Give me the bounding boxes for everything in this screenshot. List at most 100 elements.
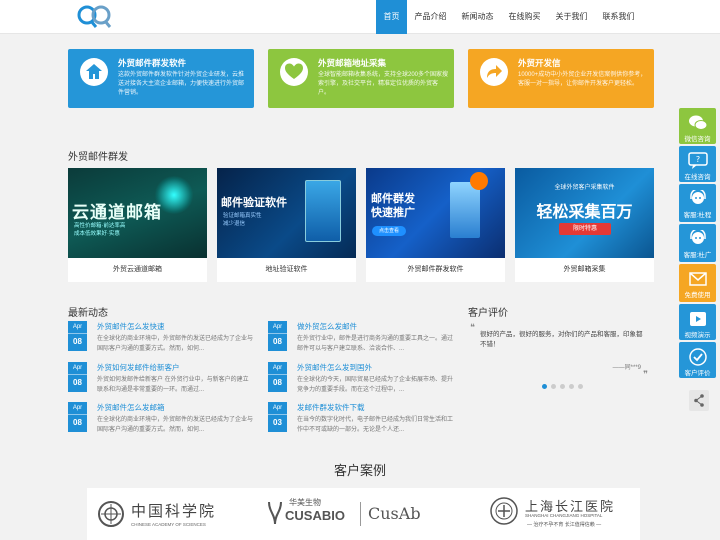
cases-section-title: 客户案例 bbox=[333, 463, 386, 478]
product-card-verify[interactable]: 邮件验证软件 验证邮箱真实性 减少退信 地址验证软件 bbox=[217, 168, 356, 282]
nav-news[interactable]: 新闻动态 bbox=[454, 0, 501, 34]
mail-icon bbox=[688, 272, 707, 286]
news-item[interactable]: Apr 08 外贸邮件怎么发到国外 在全球化的今天，国际贸易已经成为了企业拓展市场… bbox=[268, 362, 453, 396]
news-title[interactable]: 外贸邮件怎么发邮箱 bbox=[97, 402, 165, 413]
chat-icon: ? bbox=[687, 152, 708, 169]
banner-badge: 限时特惠 bbox=[559, 223, 611, 235]
sidebar-service-1[interactable]: 客服:杜程 bbox=[679, 184, 716, 222]
review-text: 很好的产品，很好的服务，对你们的产品和客服，印象都不错！ bbox=[480, 331, 643, 348]
cusabio-mark-icon bbox=[268, 501, 282, 525]
news-section-title: 最新动态 bbox=[68, 308, 108, 319]
pager-dot[interactable] bbox=[551, 384, 556, 389]
banner-sub: 点击查看 bbox=[372, 226, 406, 236]
news-title[interactable]: 外贸邮件怎么发到国外 bbox=[297, 362, 372, 373]
feature-desc: 这款外贸邮件群发软件针对外贸企业研发，云推送对接各大主流企业邮箱，力便快速进行外… bbox=[118, 72, 245, 96]
sidebar-service-2[interactable]: 客服:杜广 bbox=[679, 224, 716, 262]
headset-icon bbox=[689, 230, 706, 244]
product-card-cloud[interactable]: 云通道邮箱 高性价邮箱·前达率高 成本低效果好·实惠 外贸云通道邮箱 bbox=[68, 168, 207, 282]
news-item[interactable]: Apr 08 做外贸怎么发邮件 在外贸行业中，邮件是进行商务沟通的重要工具之一。通… bbox=[268, 321, 453, 355]
news-item[interactable]: Apr 08 外贸如何发邮件给新客户 外贸如何发邮件给新客户 在外贸行业中，与新客… bbox=[68, 362, 253, 396]
news-desc: 外贸如何发邮件给新客户 在外贸行业中，与新客户的建立联系和沟通是非常重要的一环。… bbox=[97, 377, 249, 393]
client-logos: 中国科学院 CHINESE ACADEMY OF SCIENCES 华美生物 C… bbox=[87, 488, 640, 540]
news-date-badge: Apr 08 bbox=[68, 321, 87, 351]
sidebar-reviews[interactable]: 客户评价 bbox=[679, 342, 716, 378]
banner-sub: 验证邮箱真实性 减少退信 bbox=[223, 213, 262, 227]
logo-changjiang[interactable]: 上海长江医院 SHANGHAI CHANGJIANG HOSPITAL — 治疗… bbox=[489, 494, 637, 534]
product-caption: 外贸邮件群发软件 bbox=[407, 266, 464, 273]
news-desc: 在全球化的今天，国际贸易已经成为了企业拓展市场、提升竞争力的重要手段。而在这个过… bbox=[297, 377, 454, 393]
nav-home[interactable]: 首页 bbox=[376, 0, 407, 34]
feature-desc: 10000+成功中小外贸企业开发信案例供你参考，客服一对一指导，让你邮件开发客户… bbox=[518, 72, 647, 87]
product-card-collect[interactable]: 全球外贸客户采集软件 轻松采集百万 限时特惠 外贸邮箱采集 bbox=[515, 168, 654, 282]
sidebar-label: 客服:杜程 bbox=[683, 212, 712, 219]
banner-sub: 全球外贸客户采集软件 bbox=[554, 185, 615, 191]
product-banner-verify: 邮件验证软件 验证邮箱真实性 减少退信 bbox=[217, 168, 356, 258]
arrow-icon bbox=[480, 58, 508, 86]
review-section-title: 客户评价 bbox=[468, 308, 508, 319]
house-icon bbox=[80, 58, 108, 86]
feature-card-collector[interactable]: 外贸邮箱地址采集 全球智能邮箱收集系统，支持全球200多个国家搜索引擎，及社交平… bbox=[268, 49, 454, 108]
nav-about[interactable]: 关于我们 bbox=[548, 0, 595, 34]
share-button[interactable] bbox=[689, 390, 709, 411]
headset-icon bbox=[689, 190, 706, 204]
video-icon bbox=[689, 312, 706, 326]
news-title[interactable]: 外贸如何发邮件给新客户 bbox=[97, 362, 180, 373]
news-desc: 在当今的数字化时代，电子邮件已经成为我们日常生活和工作中不可或缺的一部分。无论是… bbox=[297, 417, 454, 433]
news-date-badge: Apr 03 bbox=[268, 402, 287, 432]
feature-title: 外贸邮箱地址采集 bbox=[318, 58, 387, 68]
nav-contact[interactable]: 联系我们 bbox=[595, 0, 642, 34]
pager-dot[interactable] bbox=[578, 384, 583, 389]
nav-buy[interactable]: 在线购买 bbox=[501, 0, 548, 34]
sidebar-free-trial[interactable]: 免费使用 bbox=[679, 264, 716, 302]
feature-desc: 全球智能邮箱收集系统，支持全球200多个国家搜索引擎，及社交平台，精准定位优质的… bbox=[318, 72, 449, 96]
quote-close-icon: ❞ bbox=[643, 369, 648, 379]
sidebar-video[interactable]: 视频演示 bbox=[679, 304, 716, 340]
top-header: 首页 产品介绍 新闻动态 在线购买 关于我们 联系我们 bbox=[0, 0, 720, 34]
news-desc: 在全球化的商业环境中，外贸邮件的发送已经成为了企业与国际客户沟通的重要方式。然而… bbox=[97, 417, 254, 433]
product-card-mailer[interactable]: 邮件群发 快速推广 点击查看 外贸邮件群发软件 bbox=[366, 168, 505, 282]
pager-dot[interactable] bbox=[542, 384, 547, 389]
main-nav: 首页 产品介绍 新闻动态 在线购买 关于我们 联系我们 bbox=[376, 0, 642, 34]
news-desc: 在全球化的商业环境中，外贸邮件的发送已经成为了企业与国际客户沟通的重要方式。然而… bbox=[97, 336, 254, 352]
feature-card-mailer[interactable]: 外贸邮件群发软件 这款外贸邮件群发软件针对外贸企业研发，云推送对接各大主流企业邮… bbox=[68, 49, 254, 108]
news-item[interactable]: Apr 08 外贸邮件怎么发邮箱 在全球化的商业环境中，外贸邮件的发送已经成为了企… bbox=[68, 402, 253, 436]
news-item[interactable]: Apr 08 外贸邮件怎么发快速 在全球化的商业环境中，外贸邮件的发送已经成为了企… bbox=[68, 321, 253, 355]
site-logo[interactable] bbox=[76, 4, 112, 28]
sidebar-online-chat[interactable]: ? 在线咨询 bbox=[679, 146, 716, 182]
product-banner-collect: 全球外贸客户采集软件 轻松采集百万 限时特惠 bbox=[515, 168, 654, 258]
nav-products[interactable]: 产品介绍 bbox=[407, 0, 454, 34]
feature-card-devletter[interactable]: 外贸开发信 10000+成功中小外贸企业开发信案例供你参考，客服一对一指导，让你… bbox=[468, 49, 654, 108]
product-banner-mailer: 邮件群发 快速推广 点击查看 bbox=[366, 168, 505, 258]
sidebar-label: 视频演示 bbox=[684, 332, 711, 339]
wechat-icon bbox=[688, 115, 707, 130]
sidebar-label: 免费使用 bbox=[684, 292, 711, 299]
quote-open-icon: ❝ bbox=[470, 322, 475, 332]
banner-sub: 高性价邮箱·前达率高 成本低效果好·实惠 bbox=[74, 223, 126, 237]
cas-emblem-icon bbox=[98, 501, 124, 527]
feature-title: 外贸开发信 bbox=[518, 58, 561, 68]
feature-title: 外贸邮件群发软件 bbox=[118, 58, 187, 68]
banner-headline: 云通道邮箱 bbox=[72, 203, 162, 222]
review-pager bbox=[542, 384, 583, 389]
svg-text:?: ? bbox=[695, 155, 699, 164]
sidebar-label: 在线咨询 bbox=[684, 174, 711, 181]
news-date-badge: Apr 08 bbox=[68, 402, 87, 432]
hospital-emblem-icon bbox=[490, 497, 518, 525]
logo-cusabio[interactable]: 华美生物 CUSABIO CusAb bbox=[267, 496, 437, 536]
news-title[interactable]: 做外贸怎么发邮件 bbox=[297, 321, 357, 332]
news-title[interactable]: 发邮件群发软件下载 bbox=[297, 402, 365, 413]
news-desc: 在外贸行业中，邮件是进行商务沟通的重要工具之一。通过邮件可以与客户建立联系、洽谈… bbox=[297, 336, 454, 352]
product-caption: 地址验证软件 bbox=[265, 266, 308, 273]
news-item[interactable]: Apr 03 发邮件群发软件下载 在当今的数字化时代，电子邮件已经成为我们日常生活… bbox=[268, 402, 453, 436]
products-section-title: 外贸邮件群发 bbox=[68, 152, 128, 163]
news-date-badge: Apr 08 bbox=[268, 321, 287, 351]
sidebar-label: 客服:杜广 bbox=[683, 252, 712, 259]
news-title[interactable]: 外贸邮件怎么发快速 bbox=[97, 321, 165, 332]
pager-dot[interactable] bbox=[560, 384, 565, 389]
sidebar-wechat[interactable]: 微信咨询 bbox=[679, 108, 716, 144]
logo-cas[interactable]: 中国科学院 CHINESE ACADEMY OF SCIENCES bbox=[97, 498, 247, 532]
review-author: ——同***9 bbox=[612, 365, 641, 371]
pager-dot[interactable] bbox=[569, 384, 574, 389]
heart-icon bbox=[280, 58, 308, 86]
product-caption: 外贸云通道邮箱 bbox=[113, 266, 162, 273]
